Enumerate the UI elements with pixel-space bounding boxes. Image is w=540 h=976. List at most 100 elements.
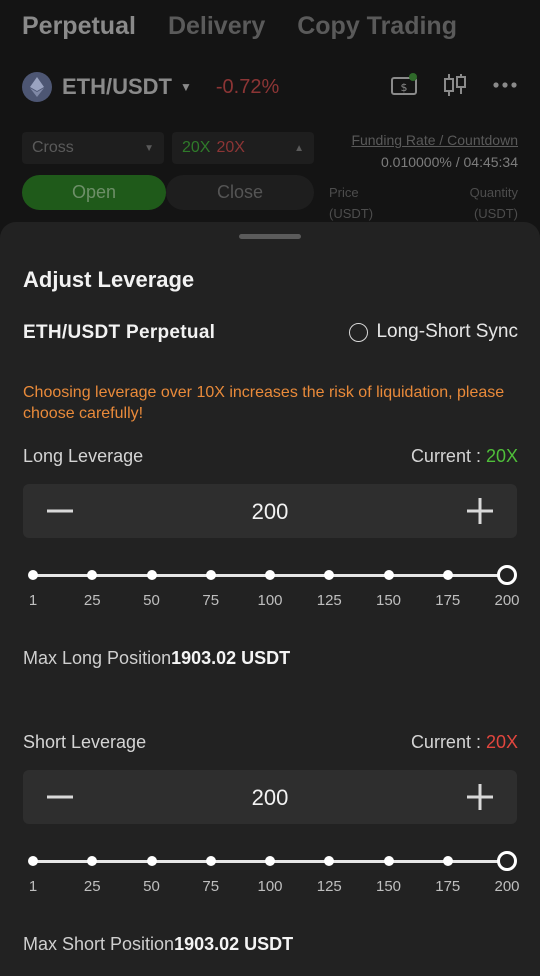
margin-mode-value: Cross bbox=[32, 139, 74, 156]
funding-value: 0.010000% / 04:45:34 bbox=[380, 154, 518, 170]
slider-stop-125[interactable] bbox=[324, 856, 335, 866]
open-button[interactable]: Open bbox=[22, 175, 166, 210]
long-leverage-label: Long Leverage bbox=[23, 446, 144, 466]
funding-label[interactable]: Funding Rate / Countdown bbox=[351, 132, 518, 148]
slider-stop-100[interactable] bbox=[265, 856, 275, 866]
slider-thumb[interactable] bbox=[497, 565, 517, 585]
plus-icon bbox=[467, 784, 493, 810]
pair-name: ETH/USDT bbox=[62, 74, 172, 99]
leverage-select[interactable]: 20X 20X ▲ bbox=[172, 132, 314, 164]
slider-stop-1[interactable] bbox=[28, 570, 38, 580]
long-current-value: 20X bbox=[485, 446, 518, 466]
long-leverage-input[interactable]: 200 bbox=[23, 499, 517, 525]
slider-tick-label: 75 bbox=[202, 878, 220, 895]
pair-selector[interactable]: ETH/USDT ▼ -0.72% bbox=[22, 72, 279, 102]
short-current-leverage: Current : 20X bbox=[411, 732, 518, 753]
margin-mode-select[interactable]: Cross ▼ bbox=[22, 132, 164, 164]
max-short-value: 1903.02 USDT bbox=[174, 934, 294, 954]
slider-tick-label: 50 bbox=[143, 878, 160, 895]
long-slider-ticks: 1 25 50 75 100 125 150 175 200 bbox=[23, 592, 520, 612]
current-prefix: Current : bbox=[410, 732, 486, 752]
current-prefix: Current : bbox=[410, 446, 486, 466]
drag-handle[interactable] bbox=[239, 234, 301, 239]
max-long-position: Max Long Position1903.02 USDT bbox=[23, 648, 290, 669]
tab-copy-trading[interactable]: Copy Trading bbox=[297, 12, 457, 41]
long-leverage-stepper: 200 bbox=[23, 484, 517, 538]
slider-stop-75[interactable] bbox=[205, 570, 216, 580]
slider-stop-150[interactable] bbox=[383, 856, 394, 866]
short-leverage-label: Short Leverage bbox=[23, 732, 147, 752]
slider-stop-175[interactable] bbox=[442, 856, 453, 866]
quantity-unit: (USDT) bbox=[473, 206, 518, 221]
long-plus-button[interactable] bbox=[453, 484, 507, 538]
slider-stop-50[interactable] bbox=[146, 570, 157, 580]
candlestick-chart-icon[interactable] bbox=[442, 72, 468, 98]
slider-tick-label: 125 bbox=[316, 592, 342, 609]
tab-perpetual[interactable]: Perpetual bbox=[22, 12, 136, 41]
slider-stop-75[interactable] bbox=[205, 856, 216, 866]
radio-unchecked-icon[interactable] bbox=[349, 322, 369, 342]
short-leverage-slider[interactable] bbox=[23, 851, 517, 871]
slider-stop-150[interactable] bbox=[383, 570, 394, 580]
sheet-title: Adjust Leverage bbox=[23, 267, 195, 292]
sync-label: Long-Short Sync bbox=[376, 321, 518, 342]
caret-down-icon: ▼ bbox=[144, 142, 154, 154]
risk-warning: Choosing leverage over 10X increases the… bbox=[23, 384, 505, 422]
adjust-leverage-sheet: Adjust Leverage ETH/USDT Perpetual Long-… bbox=[0, 222, 540, 976]
slider-tick-label: 100 bbox=[257, 878, 283, 895]
close-button[interactable]: Close bbox=[166, 175, 314, 210]
slider-tick-label: 200 bbox=[494, 592, 520, 609]
tab-delivery[interactable]: Delivery bbox=[168, 12, 265, 41]
slider-tick-label: 100 bbox=[257, 592, 283, 609]
slider-tick-label: 75 bbox=[202, 592, 220, 609]
slider-stop-25[interactable] bbox=[87, 856, 98, 866]
eth-logo-icon bbox=[22, 72, 52, 102]
price-column-header: Price (USDT) bbox=[329, 182, 373, 224]
slider-stop-125[interactable] bbox=[324, 570, 335, 580]
long-short-sync-toggle[interactable]: Long-Short Sync bbox=[349, 321, 518, 343]
slider-tick-label: 175 bbox=[435, 878, 461, 895]
short-plus-button[interactable] bbox=[453, 770, 507, 824]
slider-tick-label: 1 bbox=[28, 592, 38, 609]
caret-up-icon: ▲ bbox=[294, 142, 304, 154]
slider-tick-label: 25 bbox=[83, 592, 101, 609]
plus-icon bbox=[467, 498, 493, 524]
short-current-value: 20X bbox=[485, 732, 518, 752]
slider-tick-label: 150 bbox=[375, 592, 402, 609]
slider-stop-100[interactable] bbox=[265, 570, 275, 580]
price-label: Price bbox=[329, 185, 359, 200]
short-leverage-input[interactable]: 200 bbox=[23, 785, 517, 811]
funding-info: Funding Rate / Countdown 0.010000% / 04:… bbox=[351, 132, 518, 170]
slider-tick-label: 50 bbox=[143, 592, 160, 609]
slider-stop-1[interactable] bbox=[28, 856, 38, 866]
slider-thumb[interactable] bbox=[497, 851, 517, 871]
caret-down-icon: ▼ bbox=[180, 80, 192, 94]
more-dots-icon[interactable] bbox=[492, 81, 518, 89]
quantity-label: Quantity bbox=[469, 185, 518, 200]
top-toolbar: $ bbox=[390, 72, 518, 98]
price-change: -0.72% bbox=[215, 75, 280, 98]
max-short-label: Max Short Position bbox=[23, 934, 175, 954]
slider-stop-50[interactable] bbox=[146, 856, 157, 866]
slider-tick-label: 125 bbox=[316, 878, 342, 895]
slider-tick-label: 150 bbox=[375, 878, 402, 895]
slider-tick-label: 200 bbox=[494, 878, 520, 895]
slider-tick-label: 175 bbox=[435, 592, 461, 609]
short-slider-ticks: 1 25 50 75 100 125 150 175 200 bbox=[23, 878, 520, 898]
long-current-leverage: Current : 20X bbox=[411, 446, 518, 467]
max-long-value: 1903.02 USDT bbox=[171, 648, 291, 668]
long-leverage-value: 20X bbox=[182, 139, 211, 156]
slider-tick-label: 25 bbox=[83, 878, 101, 895]
quantity-column-header: Quantity (USDT) bbox=[470, 182, 518, 224]
slider-stop-175[interactable] bbox=[442, 570, 453, 580]
max-long-label: Max Long Position bbox=[23, 648, 172, 668]
contract-name: ETH/USDT Perpetual bbox=[23, 322, 216, 343]
short-leverage-stepper: 200 bbox=[23, 770, 517, 824]
price-unit: (USDT) bbox=[329, 206, 374, 221]
max-short-position: Max Short Position1903.02 USDT bbox=[23, 934, 293, 955]
ticket-icon[interactable]: $ bbox=[390, 72, 418, 98]
svg-text:$: $ bbox=[401, 81, 408, 94]
slider-stop-25[interactable] bbox=[87, 570, 98, 580]
long-leverage-slider[interactable] bbox=[23, 565, 517, 585]
slider-tick-label: 1 bbox=[28, 878, 38, 895]
